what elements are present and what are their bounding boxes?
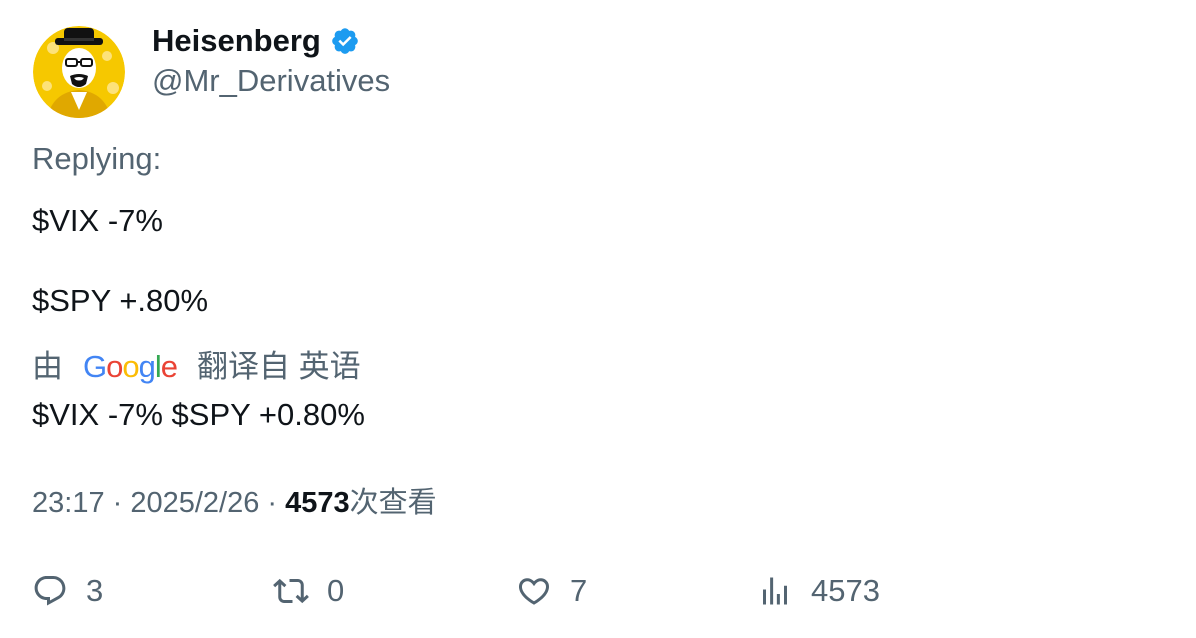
meta-separator: ·: [259, 487, 286, 519]
translation-suffix: 翻译自 英语: [197, 349, 361, 384]
verified-badge-icon[interactable]: [330, 26, 360, 56]
like-button[interactable]: 7: [516, 572, 587, 610]
views-label: 次查看: [349, 487, 437, 519]
heart-icon: [518, 578, 550, 605]
tweet-card: Heisenberg @Mr_Derivatives Replying: $VI…: [0, 0, 1196, 638]
google-logo-letter: G: [83, 349, 107, 384]
retweet-icon: [273, 578, 309, 604]
reply-count: 3: [86, 573, 104, 608]
google-logo[interactable]: Google: [83, 348, 178, 386]
views-button[interactable]: 4573: [757, 572, 880, 610]
tweet-text-line: $SPY +.80%: [32, 283, 209, 318]
analytics-icon: [763, 577, 787, 605]
author-display-name[interactable]: Heisenberg: [152, 22, 321, 60]
tweet-date[interactable]: 2025/2/26: [130, 487, 259, 519]
translation-prefix: 由: [32, 349, 63, 384]
tweet-time[interactable]: 23:17: [32, 487, 105, 519]
views-action-count: 4573: [811, 573, 880, 608]
google-logo-letter: e: [160, 349, 178, 384]
tweet-text-line: $VIX -7%: [32, 203, 163, 238]
reply-icon: [34, 576, 66, 606]
translation-attribution: 由 Google 翻译自 英语: [32, 348, 361, 386]
author-avatar[interactable]: [33, 26, 125, 118]
retweet-button[interactable]: 0: [273, 572, 344, 610]
author-name-row: Heisenberg: [152, 22, 360, 60]
retweet-count: 0: [327, 573, 345, 608]
author-handle[interactable]: @Mr_Derivatives: [152, 62, 390, 100]
replying-label: Replying:: [32, 141, 162, 176]
reply-button[interactable]: 3: [32, 572, 103, 610]
views-count: 4573: [285, 487, 350, 519]
tweet-metadata: 23:17 · 2025/2/26 · 4573次查看: [32, 485, 437, 521]
google-logo-letter: o: [106, 349, 123, 384]
google-logo-letter: o: [122, 349, 139, 384]
heisenberg-avatar-icon: [33, 26, 125, 118]
like-count: 7: [570, 573, 588, 608]
translated-text: $VIX -7% $SPY +0.80%: [32, 397, 365, 432]
meta-separator: ·: [104, 487, 131, 519]
google-logo-letter: g: [138, 349, 156, 384]
